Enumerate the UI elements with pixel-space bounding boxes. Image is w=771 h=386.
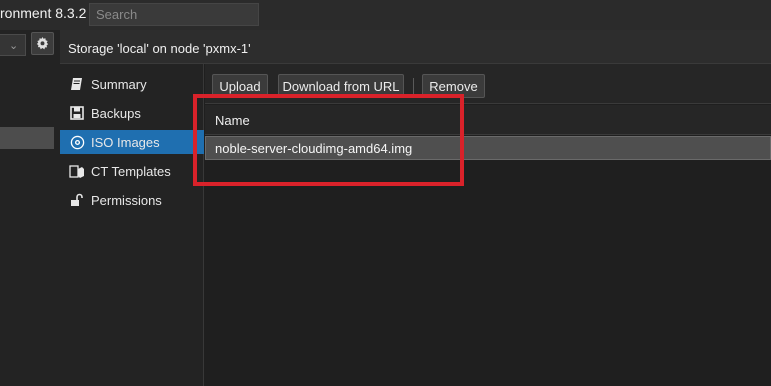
- settings-button[interactable]: [31, 32, 54, 55]
- tree-node-selected[interactable]: [0, 127, 54, 149]
- upload-button[interactable]: Upload: [212, 74, 268, 98]
- nav-item-label: Backups: [91, 105, 141, 121]
- nav-item-summary[interactable]: Summary: [60, 72, 204, 96]
- row-name-cell: noble-server-cloudimg-amd64.img: [215, 141, 413, 156]
- remove-button[interactable]: Remove: [422, 74, 485, 98]
- content-header: Storage 'local' on node 'pxmx-1': [60, 30, 771, 64]
- app-title: ronment 8.3.2: [0, 5, 87, 21]
- unlock-icon: [66, 193, 88, 207]
- book-icon: [66, 77, 88, 91]
- download-from-url-button[interactable]: Download from URL: [278, 74, 404, 98]
- grid-header: Name: [205, 105, 771, 135]
- storage-nav: Summary Backups ISO Images CT Templates …: [60, 64, 204, 386]
- nav-item-label: ISO Images: [91, 134, 160, 150]
- table-row[interactable]: noble-server-cloudimg-amd64.img: [205, 136, 771, 160]
- nav-item-backups[interactable]: Backups: [60, 101, 204, 125]
- gear-icon: [36, 37, 49, 50]
- nav-item-label: Summary: [91, 76, 147, 92]
- resource-tree-panel: ⌄: [0, 30, 60, 386]
- chevron-down-icon: ⌄: [9, 40, 19, 52]
- toolbar-separator: [413, 78, 414, 94]
- nav-item-ct-templates[interactable]: CT Templates: [60, 159, 204, 183]
- nav-item-label: Permissions: [91, 192, 162, 208]
- nav-item-iso-images[interactable]: ISO Images: [60, 130, 204, 154]
- disc-icon: [66, 135, 88, 150]
- view-selector[interactable]: ⌄: [0, 34, 26, 56]
- template-icon: [66, 164, 88, 179]
- nav-item-label: CT Templates: [91, 163, 171, 179]
- top-bar: ronment 8.3.2: [0, 0, 771, 30]
- nav-item-permissions[interactable]: Permissions: [60, 188, 204, 212]
- search-input[interactable]: [89, 3, 259, 26]
- floppy-icon: [66, 106, 88, 120]
- column-header-name[interactable]: Name: [215, 113, 250, 128]
- page-title: Storage 'local' on node 'pxmx-1': [68, 41, 251, 56]
- grid-body: noble-server-cloudimg-amd64.img: [205, 136, 771, 386]
- toolbar: Upload Download from URL Remove: [205, 64, 771, 104]
